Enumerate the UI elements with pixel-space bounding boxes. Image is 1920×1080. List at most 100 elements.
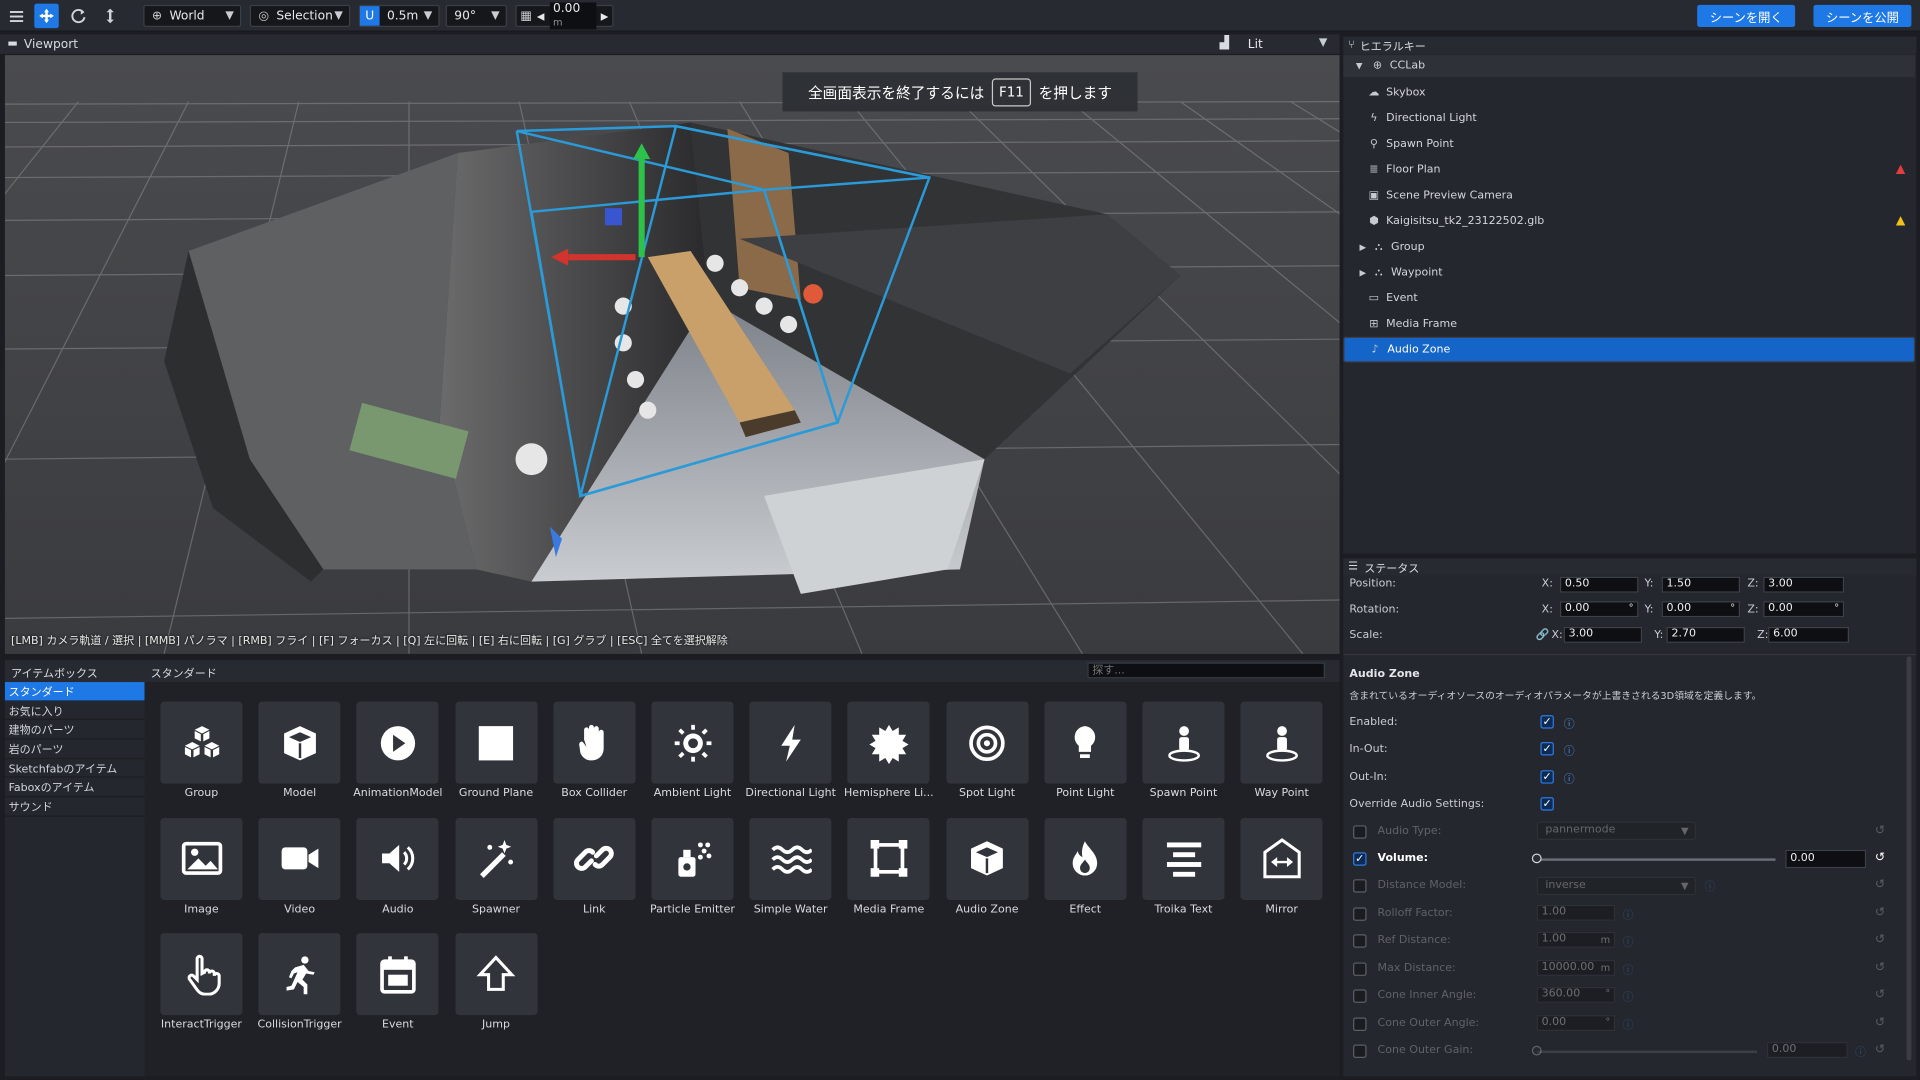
item-tile-particle-emitter[interactable] xyxy=(651,817,734,900)
cone-outer-override-checkbox[interactable] xyxy=(1353,1017,1367,1032)
max-distance-input[interactable]: 10000.00 m xyxy=(1536,960,1616,976)
item-tile-model[interactable] xyxy=(258,701,341,784)
item-tile-troika-text[interactable] xyxy=(1142,817,1225,900)
hierarchy-item-group[interactable]: ▶ ⛬ Group xyxy=(1343,234,1915,260)
help-icon[interactable]: ⓘ xyxy=(1564,742,1575,758)
out-in-checkbox[interactable]: ✓ xyxy=(1540,770,1554,784)
rotation-z-input[interactable]: 0.00 ° xyxy=(1763,601,1845,618)
snap-select[interactable]: U 0.5m ▼ xyxy=(358,4,440,27)
item-tile-event[interactable] xyxy=(356,933,439,1016)
hierarchy-item-event[interactable]: ▭ Event xyxy=(1343,285,1915,311)
enabled-checkbox[interactable]: ✓ xyxy=(1540,715,1554,729)
item-tile-video[interactable] xyxy=(258,817,341,900)
viewport-canvas[interactable]: 全画面表示を終了するには F11 を押します [LMB] カメラ軌道 / 選択 … xyxy=(4,55,1340,654)
caret-right-icon[interactable]: ▶ xyxy=(601,10,609,21)
scale-x-input[interactable]: 3.00 xyxy=(1563,626,1643,643)
rolloff-input[interactable]: 1.00 xyxy=(1536,904,1616,921)
item-tile-link[interactable] xyxy=(553,817,636,900)
warning-icon[interactable]: ▲ xyxy=(1896,214,1905,227)
reset-icon[interactable]: ↺ xyxy=(1875,988,1885,1001)
override-audio-checkbox[interactable]: ✓ xyxy=(1540,797,1554,811)
translate-tool-icon[interactable] xyxy=(34,3,59,29)
distance-model-override-checkbox[interactable] xyxy=(1353,879,1367,893)
open-scene-button[interactable]: シーンを開く xyxy=(1697,4,1796,27)
warning-icon[interactable]: ▲ xyxy=(1896,163,1905,176)
scale-y-input[interactable]: 2.70 xyxy=(1666,626,1745,643)
render-mode-select[interactable]: Lit ▼ xyxy=(1240,34,1333,54)
reset-icon[interactable]: ↺ xyxy=(1875,851,1885,864)
hierarchy-item-media-frame[interactable]: ⊞ Media Frame xyxy=(1343,311,1915,337)
rotation-x-input[interactable]: 0.00 ° xyxy=(1560,601,1639,618)
item-tile-point-light[interactable] xyxy=(1044,701,1127,784)
position-y-input[interactable]: 1.50 xyxy=(1661,576,1741,593)
audio-type-select[interactable]: pannermode ▼ xyxy=(1536,821,1696,841)
volume-override-checkbox[interactable]: ✓ xyxy=(1353,852,1367,866)
item-tile-jump[interactable] xyxy=(455,933,538,1016)
item-tile-media-frame[interactable] xyxy=(847,817,930,900)
item-tile-group[interactable] xyxy=(160,701,243,784)
item-tile-audio[interactable] xyxy=(356,817,439,900)
volume-input[interactable]: 0.00 xyxy=(1785,849,1867,869)
menu-icon[interactable] xyxy=(4,4,28,28)
item-tile-effect[interactable] xyxy=(1044,817,1127,900)
hierarchy-item-audio-zone[interactable]: ♪ Audio Zone xyxy=(1343,336,1916,363)
help-icon[interactable]: ⓘ xyxy=(1705,878,1716,894)
chevron-right-icon[interactable]: ▶ xyxy=(1358,268,1368,278)
item-tile-ambient-light[interactable] xyxy=(651,701,734,784)
angle-select[interactable]: 90° ▼ xyxy=(445,4,507,27)
item-tile-ground-plane[interactable] xyxy=(455,701,538,784)
reset-icon[interactable]: ↺ xyxy=(1875,824,1885,837)
cone-inner-input[interactable]: 360.00 ° xyxy=(1536,986,1616,1003)
item-tile-way-point[interactable] xyxy=(1240,701,1323,784)
ref-distance-override-checkbox[interactable] xyxy=(1353,934,1367,948)
volume-slider-handle[interactable] xyxy=(1531,853,1542,864)
publish-scene-button[interactable]: シーンを公開 xyxy=(1813,4,1912,27)
item-tile-spawner[interactable] xyxy=(455,817,538,900)
hierarchy-root[interactable]: ▼ ⊕ CCLab xyxy=(1343,55,1916,78)
in-out-checkbox[interactable]: ✓ xyxy=(1540,742,1554,756)
reset-icon[interactable]: ↺ xyxy=(1875,906,1885,919)
hierarchy-item-directional-light[interactable]: ϟ Directional Light xyxy=(1343,105,1915,131)
reset-icon[interactable]: ↺ xyxy=(1875,878,1885,891)
scale-z-input[interactable]: 6.00 xyxy=(1768,626,1849,643)
item-tile-animationmodel[interactable] xyxy=(356,701,439,784)
cone-outer-input[interactable]: 0.00 ° xyxy=(1536,1015,1616,1032)
help-icon[interactable]: ⓘ xyxy=(1564,770,1575,786)
hierarchy-item-floor-plan[interactable]: ≣ Floor Plan ▲ xyxy=(1343,157,1915,183)
reset-icon[interactable]: ↺ xyxy=(1875,933,1885,946)
rotation-y-input[interactable]: 0.00 ° xyxy=(1661,601,1741,618)
item-tile-simple-water[interactable] xyxy=(749,817,832,900)
transform-space-select[interactable]: ⊕ World ▼ xyxy=(143,4,242,27)
help-icon[interactable]: ⓘ xyxy=(1564,715,1575,731)
hierarchy-item-spawn-point[interactable]: ⚲ Spawn Point xyxy=(1343,131,1915,157)
reset-icon[interactable]: ↺ xyxy=(1875,1016,1885,1029)
cone-outer-gain-handle[interactable] xyxy=(1531,1045,1542,1056)
position-z-input[interactable]: 3.00 xyxy=(1763,576,1845,593)
hierarchy-item-waypoint[interactable]: ▶ ⛬ Waypoint xyxy=(1343,260,1915,286)
item-tile-box-collider[interactable] xyxy=(553,701,636,784)
max-distance-override-checkbox[interactable] xyxy=(1353,962,1367,976)
rotate-tool-icon[interactable] xyxy=(66,4,90,28)
cone-outer-gain-override-checkbox[interactable] xyxy=(1353,1044,1367,1058)
hierarchy-item-kaigisitsu-tk2-23122502-glb[interactable]: ⬢ Kaigisitsu_tk2_23122502.glb ▲ xyxy=(1343,208,1915,234)
item-tile-audio-zone[interactable] xyxy=(946,817,1029,900)
cone-outer-gain-input[interactable]: 0.00 xyxy=(1766,1042,1848,1058)
reset-icon[interactable]: ↺ xyxy=(1875,1043,1885,1056)
item-tile-mirror[interactable] xyxy=(1240,817,1323,900)
item-tile-spawn-point[interactable] xyxy=(1142,701,1225,784)
item-tile-interacttrigger[interactable] xyxy=(160,933,243,1016)
item-tile-image[interactable] xyxy=(160,817,243,900)
reset-icon[interactable]: ↺ xyxy=(1875,961,1885,974)
rolloff-override-checkbox[interactable] xyxy=(1353,907,1367,921)
audio-type-override-checkbox[interactable] xyxy=(1353,825,1367,839)
item-tile-collisiontrigger[interactable] xyxy=(258,933,341,1016)
ref-distance-input[interactable]: 1.00 m xyxy=(1536,931,1616,948)
help-icon[interactable]: ⓘ xyxy=(1622,988,1633,1004)
grid-height-input[interactable]: 0.00 m xyxy=(549,2,596,30)
link-icon[interactable]: 🔗 xyxy=(1536,629,1550,641)
grid-control[interactable]: ▦ ◀ 0.00 m ▶ xyxy=(515,2,614,30)
magnet-icon[interactable]: U xyxy=(360,6,380,26)
scene-render[interactable] xyxy=(4,55,1340,654)
stats-icon[interactable]: ▟ xyxy=(1220,37,1229,50)
help-icon[interactable]: ⓘ xyxy=(1622,1016,1633,1032)
